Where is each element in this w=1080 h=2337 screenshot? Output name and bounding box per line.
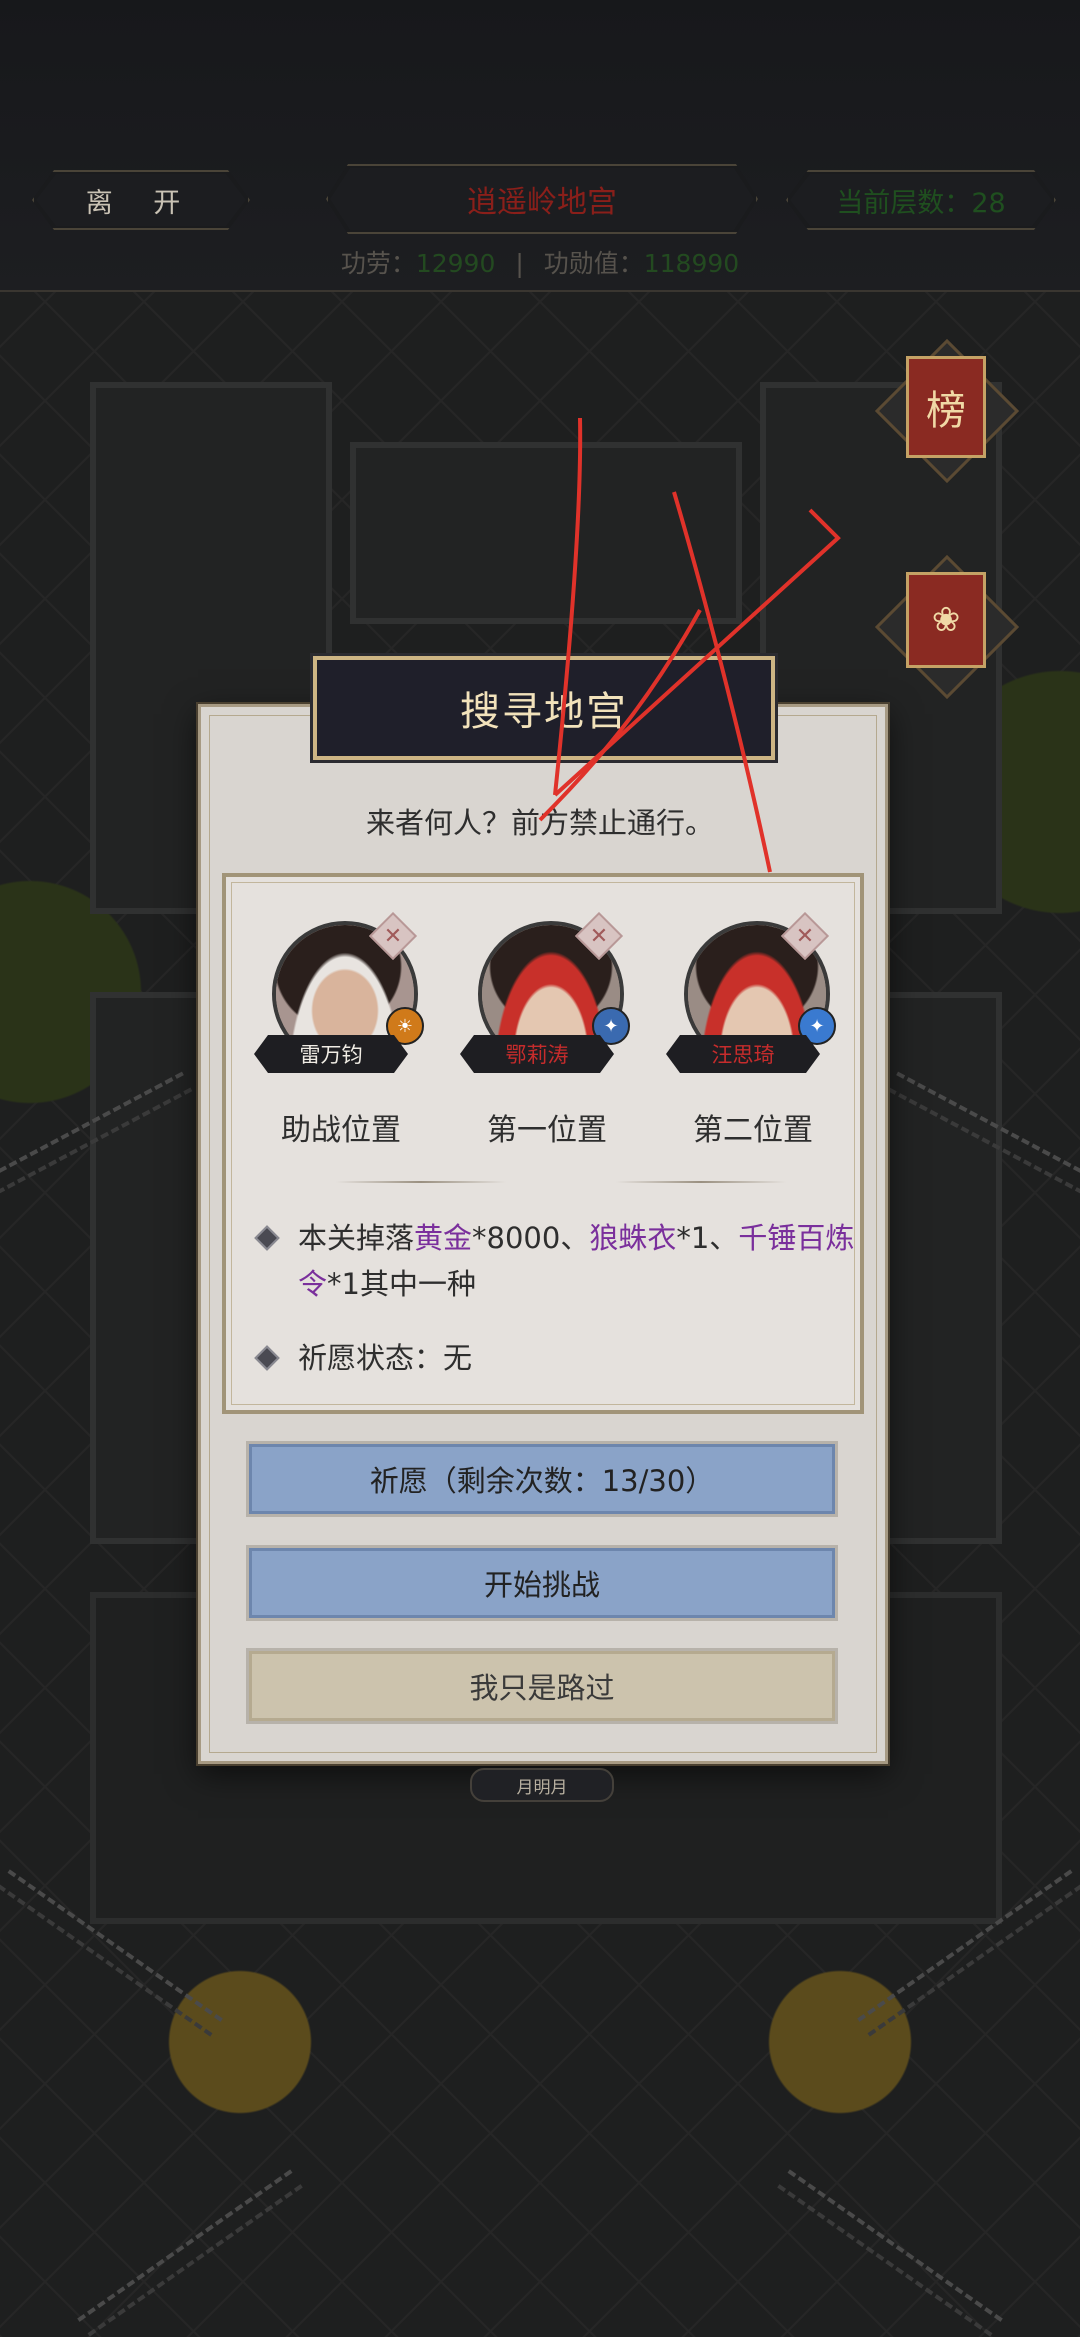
hero-name: 雷万钧	[299, 1043, 363, 1067]
current-floor-banner: 当前层数：28	[786, 170, 1056, 230]
drop-qty: *1	[327, 1267, 360, 1301]
slot-label: 助战位置	[281, 1113, 401, 1148]
start-challenge-button[interactable]: 开始挑战	[246, 1545, 838, 1621]
hero-nameplate: 鄂莉涛	[460, 1035, 614, 1073]
honor-value: 118990	[643, 249, 740, 278]
drop-item-armor: 狼蛛衣	[589, 1221, 677, 1255]
divider	[616, 1181, 786, 1183]
honor-label: 功勋值：	[543, 249, 644, 278]
leave-button[interactable]: 离 开	[32, 170, 250, 230]
floor-label: 当前层数：	[836, 187, 972, 219]
drop-qty: *8000、	[472, 1221, 590, 1255]
merit-value: 12990	[415, 249, 496, 278]
current-floor: 当前层数：28	[836, 181, 1005, 220]
slot-label: 第一位置	[487, 1113, 607, 1148]
hint-text: 月明月	[516, 1777, 568, 1798]
wish-button[interactable]: 祈愿（剩余次数：13/30）	[246, 1441, 838, 1517]
hero-name: 鄂莉涛	[505, 1043, 569, 1067]
hero-name: 汪思琦	[711, 1043, 775, 1067]
leave-label: 离 开	[85, 187, 197, 219]
diamond-bullet-icon	[254, 1345, 280, 1371]
divider	[336, 1181, 506, 1183]
dialog-info-panel: ✕ ☀ 雷万钧 助战位置 ✕ ✦ 鄂莉涛 第一位置 ✕ ✦ 汪思琦 第二位置 本…	[222, 873, 864, 1414]
challenge-button-label: 开始挑战	[483, 1568, 600, 1602]
wish-status: 祈愿状态：无	[254, 1335, 868, 1381]
lotus-icon: ❀	[931, 600, 961, 640]
drop-prefix: 本关掉落	[298, 1221, 415, 1255]
close-icon: ✕	[383, 923, 403, 949]
rank-button[interactable]: 榜	[906, 356, 986, 458]
dungeon-title: 逍遥岭地宫	[467, 185, 617, 220]
dialog-title: 搜寻地宫	[313, 656, 775, 760]
hero-nameplate: 汪思琦	[666, 1035, 820, 1073]
wish-status-value: 无	[443, 1341, 473, 1375]
lotus-button[interactable]: ❀	[906, 572, 986, 668]
hint-tag: 月明月	[470, 1768, 614, 1802]
drop-info: 本关掉落黄金*8000、狼蛛衣*1、千锤百炼令*1其中一种	[254, 1215, 868, 1307]
merit-divider: |	[515, 249, 524, 278]
rank-icon: 榜	[926, 388, 966, 434]
hero-slot-first[interactable]: ✕ ✦ 鄂莉涛 第一位置	[442, 911, 632, 1148]
top-bar: 离 开 逍遥岭地宫 当前层数：28 功劳：12990 | 功勋值：118990	[0, 0, 1080, 292]
dialog-title-text: 搜寻地宫	[460, 689, 628, 735]
pass-button-label: 我只是路过	[469, 1671, 615, 1705]
diamond-bullet-icon	[254, 1225, 280, 1251]
slot-label: 第二位置	[693, 1113, 813, 1148]
drop-item-gold: 黄金	[414, 1221, 473, 1255]
stone-gate	[350, 442, 742, 624]
wish-status-label: 祈愿状态：	[298, 1341, 444, 1375]
merit-row: 功劳：12990 | 功勋值：118990	[0, 244, 1080, 280]
wish-button-label: 祈愿（剩余次数：13/30）	[369, 1464, 715, 1498]
floor-value: 28	[971, 187, 1006, 219]
merit-label: 功劳：	[340, 249, 416, 278]
drop-qty: *1、	[676, 1221, 739, 1255]
close-icon: ✕	[795, 923, 815, 949]
hero-slot-second[interactable]: ✕ ✦ 汪思琦 第二位置	[648, 911, 838, 1148]
hero-nameplate: 雷万钧	[254, 1035, 408, 1073]
close-icon: ✕	[589, 923, 609, 949]
drop-suffix: 其中一种	[359, 1267, 476, 1301]
chain	[777, 2169, 1003, 2337]
hero-slot-assist[interactable]: ✕ ☀ 雷万钧 助战位置	[236, 911, 426, 1148]
chain	[77, 2169, 303, 2337]
dungeon-title-banner: 逍遥岭地宫	[326, 164, 758, 234]
pass-by-button[interactable]: 我只是路过	[246, 1648, 838, 1724]
greeting-text: 来者何人？前方禁止通行。	[365, 806, 714, 840]
